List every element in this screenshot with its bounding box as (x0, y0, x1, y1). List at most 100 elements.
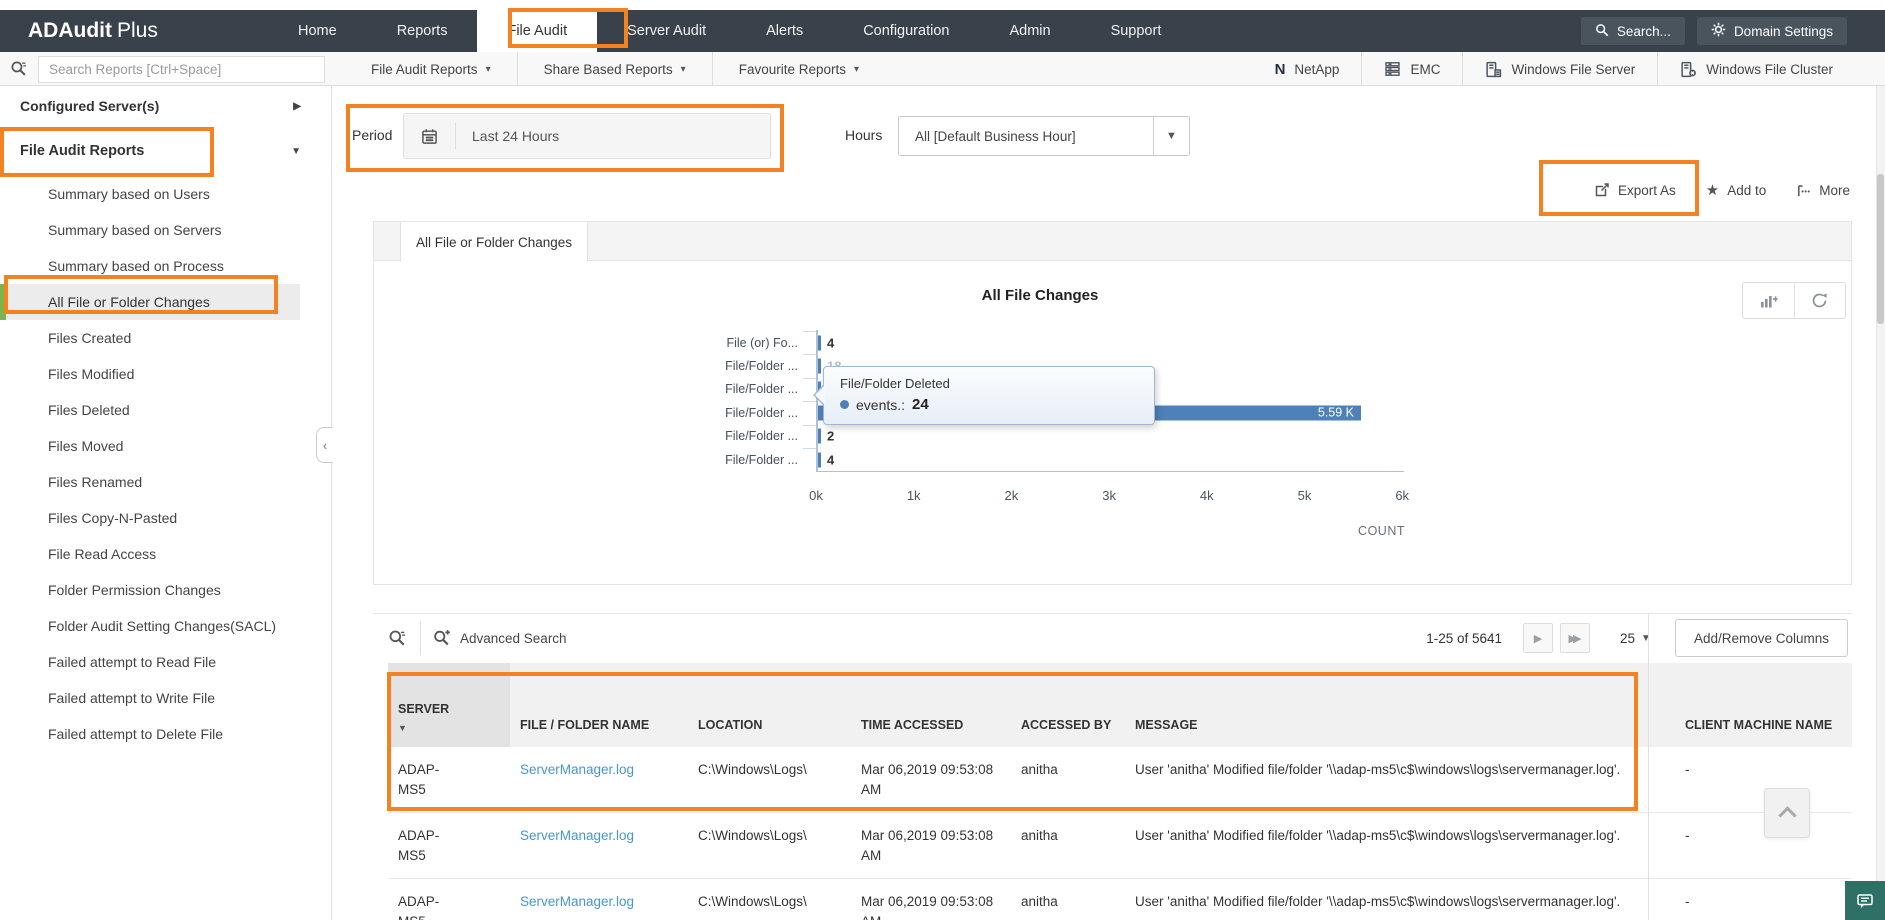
sidebar-item-files-created[interactable]: Files Created (0, 320, 331, 356)
sidebar-item-summary-based-on-process[interactable]: Summary based on Process (0, 248, 331, 284)
file-link[interactable]: ServerManager.log (520, 894, 634, 909)
table-row[interactable]: ADAP-MS5 ServerManager.log C:\Windows\Logs… (388, 879, 1852, 920)
global-search-label: Search... (1616, 23, 1671, 39)
table-row[interactable]: ADAP-MS5 ServerManager.log C:\Windows\Logs… (388, 813, 1852, 879)
add-remove-columns-button[interactable]: Add/Remove Columns (1674, 619, 1848, 657)
more-button[interactable]: More (1796, 183, 1850, 198)
chart-title: All File Changes (981, 287, 1099, 304)
sidebar-item-summary-based-on-servers[interactable]: Summary based on Servers (0, 212, 331, 248)
nav-item-reports[interactable]: Reports (367, 10, 478, 52)
sidebar-item-files-deleted[interactable]: Files Deleted (0, 392, 331, 428)
page-scrollbar[interactable] (1876, 86, 1885, 920)
column-header-server[interactable]: SERVER ▼ (388, 663, 510, 747)
brand-logo[interactable]: ADAudit Plus (28, 19, 218, 43)
scroll-to-top-button[interactable] (1764, 788, 1810, 838)
chart-category-label: File/Folder ... (725, 382, 798, 397)
export-as-button[interactable]: Export As (1594, 182, 1676, 198)
column-header-time-accessed[interactable]: TIME ACCESSED (851, 663, 1011, 747)
nav-item-file-audit[interactable]: File Audit (477, 10, 598, 52)
export-icon (1594, 182, 1610, 198)
platform-windows-file-server[interactable]: Windows File Server (1462, 52, 1657, 86)
sidebar-item-files-copy-n-pasted[interactable]: Files Copy-N-Pasted (0, 500, 331, 536)
column-header-location[interactable]: LOCATION (688, 663, 851, 747)
events-table-region: Advanced Search 1-25 of 5641 ▶ ▶▶ 25 ▼ A… (373, 613, 1852, 920)
sidebar-item-files-modified[interactable]: Files Modified (0, 356, 331, 392)
sidebar-item-files-moved[interactable]: Files Moved (0, 428, 331, 464)
hours-select[interactable]: All [Default Business Hour] ▼ (898, 116, 1190, 156)
scrollbar-thumb[interactable] (1877, 174, 1884, 324)
sidebar-item-files-renamed[interactable]: Files Renamed (0, 464, 331, 500)
domain-settings-button[interactable]: Domain Settings (1696, 17, 1847, 45)
advanced-search-icon[interactable] (433, 629, 451, 647)
column-header-client-machine-name[interactable]: CLIENT MACHINE NAME (1675, 663, 1852, 747)
period-picker[interactable]: Last 24 Hours (403, 113, 771, 159)
nav-item-configuration[interactable]: Configuration (833, 10, 979, 52)
tab-all-file-or-folder-changes[interactable]: All File or Folder Changes (400, 222, 588, 262)
cell-server: ADAP-MS5 (398, 828, 440, 863)
sidebar-item-failed-attempt-to-delete-file[interactable]: Failed attempt to Delete File (0, 716, 331, 752)
sidebar-item-file-read-access[interactable]: File Read Access (0, 536, 331, 572)
chat-feedback-button[interactable] (1845, 881, 1885, 920)
page-size-dropdown[interactable]: 25 ▼ (1620, 631, 1651, 646)
cell-client: - (1685, 894, 1690, 909)
nav-item-admin[interactable]: Admin (979, 10, 1080, 52)
sidebar-item-all-file-or-folder-changes[interactable]: All File or Folder Changes (0, 284, 300, 320)
dropdown-file-audit-reports[interactable]: File Audit Reports ▾ (345, 52, 517, 86)
sidebar-item-failed-attempt-to-write-file[interactable]: Failed attempt to Write File (0, 680, 331, 716)
search-reports-input[interactable] (38, 56, 325, 83)
axis-tick-label: 0k (809, 488, 823, 503)
add-to-button[interactable]: ★ Add to (1706, 181, 1766, 199)
chart-refresh-icon[interactable] (1793, 283, 1846, 318)
sidebar-section-file-audit-reports[interactable]: File Audit Reports ▼ (0, 126, 331, 176)
dropdown-favourite-reports[interactable]: Favourite Reports ▾ (711, 52, 885, 86)
file-link[interactable]: ServerManager.log (520, 762, 634, 777)
column-header-file-folder-name[interactable]: FILE / FOLDER NAME (510, 663, 688, 747)
global-search-button[interactable]: Search... (1580, 17, 1685, 45)
period-value: Last 24 Hours (472, 128, 560, 144)
report-search-icon[interactable] (10, 60, 27, 82)
sidebar: Configured Server(s) ▶ File Audit Report… (0, 86, 332, 920)
brand-light: Plus (116, 19, 158, 42)
platform-netapp[interactable]: N NetApp (1253, 52, 1362, 86)
next-page-button[interactable]: ▶ (1523, 623, 1553, 653)
table-search-icon[interactable] (388, 629, 406, 647)
column-header-message[interactable]: MESSAGE (1125, 663, 1635, 747)
dropdown-share-based-reports[interactable]: Share Based Reports ▾ (516, 52, 712, 86)
cell-by: anitha (1021, 828, 1058, 843)
sidebar-item-summary-based-on-users[interactable]: Summary based on Users (0, 176, 331, 212)
axis-tick-label: 2k (1004, 488, 1019, 503)
column-header-label: LOCATION (698, 718, 763, 733)
column-header-label: ACCESSED BY (1021, 718, 1112, 733)
cell-file: ServerManager.log (510, 747, 688, 812)
table-row[interactable]: ADAP-MS5 ServerManager.log C:\Windows\Logs… (388, 747, 1852, 813)
advanced-search-label[interactable]: Advanced Search (460, 631, 567, 646)
platform-windows-file-cluster[interactable]: Windows File Cluster (1657, 52, 1855, 86)
chart-x-axis-label: COUNT (1358, 524, 1405, 538)
more-icon (1796, 183, 1811, 198)
sidebar-items: Summary based on Users Summary based on S… (0, 176, 331, 752)
report-tabstrip (374, 222, 1851, 261)
platform-emc[interactable]: EMC (1361, 52, 1462, 86)
header-spacer (1635, 663, 1675, 747)
sidebar-item-folder-audit-setting-changes-sacl[interactable]: Folder Audit Setting Changes(SACL) (0, 608, 331, 644)
file-link[interactable]: ServerManager.log (520, 828, 634, 843)
nav-item-server-audit[interactable]: Server Audit (597, 10, 736, 52)
table-toolbar-right: 1-25 of 5641 ▶ ▶▶ 25 ▼ Add/Remove Column… (1426, 619, 1848, 657)
nav-item-home[interactable]: Home (268, 10, 367, 52)
search-icon (1595, 23, 1609, 40)
nav-item-support[interactable]: Support (1081, 10, 1192, 52)
sidebar-collapse-handle[interactable]: ‹ (316, 427, 333, 463)
nav-item-alerts[interactable]: Alerts (736, 10, 833, 52)
chart-add-icon[interactable] (1743, 283, 1794, 318)
sidebar-item-failed-attempt-to-read-file[interactable]: Failed attempt to Read File (0, 644, 331, 680)
chevron-down-icon: ▼ (1153, 117, 1189, 155)
column-header-accessed-by[interactable]: ACCESSED BY (1011, 663, 1125, 747)
sidebar-item-folder-permission-changes[interactable]: Folder Permission Changes (0, 572, 331, 608)
last-page-button[interactable]: ▶▶ (1560, 623, 1590, 653)
chevron-down-icon: ▼ (291, 145, 301, 157)
chart-tick (800, 331, 816, 354)
column-header-label: CLIENT MACHINE NAME (1685, 718, 1833, 733)
cell-by: anitha (1021, 894, 1058, 909)
windows-file-cluster-icon (1680, 61, 1697, 78)
sidebar-section-configured-servers[interactable]: Configured Server(s) ▶ (0, 86, 331, 126)
